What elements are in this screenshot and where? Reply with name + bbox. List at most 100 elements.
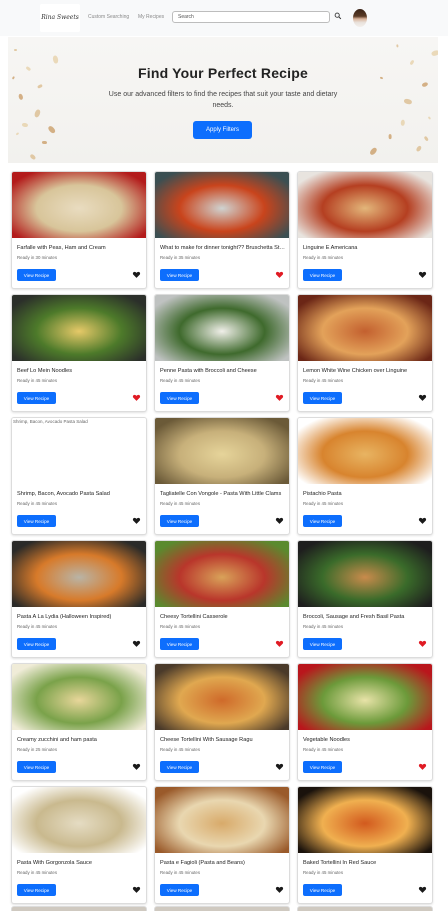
recipe-grid: Farfalle with Peas, Ham and Cream Ready i…: [0, 0, 448, 911]
heart-icon[interactable]: [418, 394, 427, 402]
recipe-ready-time: Ready in 45 minutes: [303, 624, 344, 629]
heart-icon[interactable]: [132, 886, 141, 894]
recipe-card-partial[interactable]: [154, 906, 290, 911]
recipe-ready-time: Ready in 45 minutes: [303, 870, 344, 875]
recipe-image[interactable]: [155, 541, 289, 607]
heart-icon[interactable]: [275, 763, 284, 771]
recipe-card[interactable]: Lemon White Wine Chicken over Linguine Re…: [297, 294, 433, 412]
recipe-card-partial[interactable]: [297, 906, 433, 911]
recipe-image[interactable]: [155, 664, 289, 730]
recipe-title: Shrimp, Bacon, Avocado Pasta Salad: [17, 491, 110, 497]
heart-filled-icon[interactable]: [275, 640, 284, 648]
view-recipe-button[interactable]: View Recipe: [160, 884, 199, 896]
recipe-ready-time: Ready in 45 minutes: [17, 870, 58, 875]
recipe-image[interactable]: [155, 787, 289, 853]
recipe-ready-time: Ready in 35 minutes: [160, 255, 201, 260]
recipe-image[interactable]: [12, 787, 146, 853]
recipe-title: Pistachio Pasta: [303, 491, 342, 497]
recipe-card[interactable]: Cheesy Tortellini Casserole Ready in 45 m…: [154, 540, 290, 658]
recipe-title: Cheesy Tortellini Casserole: [160, 614, 228, 620]
heart-filled-icon[interactable]: [418, 640, 427, 648]
recipe-card[interactable]: Creamy zucchini and ham pasta Ready in 25…: [11, 663, 147, 781]
recipe-ready-time: Ready in 45 minutes: [160, 378, 201, 383]
recipe-card[interactable]: Cheese Tortellini With Sausage Ragu Ready…: [154, 663, 290, 781]
recipe-image[interactable]: [298, 172, 432, 238]
view-recipe-button[interactable]: View Recipe: [17, 392, 56, 404]
recipe-title: Cheese Tortellini With Sausage Ragu: [160, 737, 253, 743]
heart-filled-icon[interactable]: [275, 271, 284, 279]
recipe-title: Lemon White Wine Chicken over Linguine: [303, 368, 408, 374]
recipe-card[interactable]: Tagliatelle Con Vongole - Pasta With Lit…: [154, 417, 290, 535]
recipe-image[interactable]: [155, 172, 289, 238]
recipe-image[interactable]: [298, 418, 432, 484]
heart-icon[interactable]: [132, 517, 141, 525]
recipe-card-partial[interactable]: [11, 906, 147, 911]
recipe-image[interactable]: Shrimp, Bacon, Avocado Pasta Salad: [12, 418, 146, 484]
recipe-title: Broccoli, Sausage and Fresh Basil Pasta: [303, 614, 405, 620]
recipe-image[interactable]: [155, 418, 289, 484]
recipe-card[interactable]: Pasta With Gorgonzola Sauce Ready in 45 m…: [11, 786, 147, 904]
heart-filled-icon[interactable]: [418, 763, 427, 771]
recipe-ready-time: Ready in 30 minutes: [17, 255, 58, 260]
recipe-card[interactable]: Shrimp, Bacon, Avocado Pasta Salad Shrimp…: [11, 417, 147, 535]
view-recipe-button[interactable]: View Recipe: [160, 515, 199, 527]
view-recipe-button[interactable]: View Recipe: [303, 392, 342, 404]
recipe-card[interactable]: Beef Lo Mein Noodles Ready in 45 minutes V…: [11, 294, 147, 412]
recipe-card[interactable]: Pasta e Fagioli (Pasta and Beans) Ready i…: [154, 786, 290, 904]
recipe-ready-time: Ready in 45 minutes: [17, 378, 58, 383]
recipe-card[interactable]: Baked Tortellini In Red Sauce Ready in 45…: [297, 786, 433, 904]
recipe-image[interactable]: [298, 541, 432, 607]
view-recipe-button[interactable]: View Recipe: [17, 761, 56, 773]
recipe-card[interactable]: What to make for dinner tonight?? Brusch…: [154, 171, 290, 289]
recipe-title: Creamy zucchini and ham pasta: [17, 737, 97, 743]
recipe-card[interactable]: Linguine E Americana Ready in 45 minutes V…: [297, 171, 433, 289]
view-recipe-button[interactable]: View Recipe: [160, 761, 199, 773]
recipe-ready-time: Ready in 45 minutes: [160, 624, 201, 629]
recipe-ready-time: Ready in 45 minutes: [160, 501, 201, 506]
recipe-card[interactable]: Broccoli, Sausage and Fresh Basil Pasta R…: [297, 540, 433, 658]
view-recipe-button[interactable]: View Recipe: [160, 269, 199, 281]
view-recipe-button[interactable]: View Recipe: [303, 515, 342, 527]
recipe-image[interactable]: [298, 295, 432, 361]
heart-icon[interactable]: [132, 763, 141, 771]
recipe-image[interactable]: [12, 295, 146, 361]
recipe-card[interactable]: Pistachio Pasta Ready in 45 minutes View R…: [297, 417, 433, 535]
image-alt-text: Shrimp, Bacon, Avocado Pasta Salad: [13, 419, 88, 424]
recipe-image[interactable]: [298, 787, 432, 853]
view-recipe-button[interactable]: View Recipe: [17, 884, 56, 896]
view-recipe-button[interactable]: View Recipe: [160, 392, 199, 404]
recipe-title: Linguine E Americana: [303, 245, 358, 251]
heart-icon[interactable]: [275, 517, 284, 525]
view-recipe-button[interactable]: View Recipe: [303, 761, 342, 773]
recipe-image[interactable]: [12, 541, 146, 607]
view-recipe-button[interactable]: View Recipe: [303, 269, 342, 281]
heart-filled-icon[interactable]: [132, 394, 141, 402]
recipe-image[interactable]: [298, 664, 432, 730]
recipe-ready-time: Ready in 45 minutes: [160, 747, 201, 752]
view-recipe-button[interactable]: View Recipe: [303, 884, 342, 896]
heart-filled-icon[interactable]: [275, 394, 284, 402]
recipe-card[interactable]: Penne Pasta with Broccoli and Cheese Read…: [154, 294, 290, 412]
view-recipe-button[interactable]: View Recipe: [17, 269, 56, 281]
view-recipe-button[interactable]: View Recipe: [303, 638, 342, 650]
heart-icon[interactable]: [275, 886, 284, 894]
heart-icon[interactable]: [418, 271, 427, 279]
recipe-image[interactable]: [12, 664, 146, 730]
recipe-card[interactable]: Farfalle with Peas, Ham and Cream Ready i…: [11, 171, 147, 289]
recipe-title: Vegetable Noodles: [303, 737, 350, 743]
view-recipe-button[interactable]: View Recipe: [160, 638, 199, 650]
recipe-title: Pasta A La Lydia (Halloween Inspired): [17, 614, 112, 620]
view-recipe-button[interactable]: View Recipe: [17, 638, 56, 650]
recipe-ready-time: Ready in 45 minutes: [303, 378, 344, 383]
recipe-image[interactable]: [155, 295, 289, 361]
recipe-card[interactable]: Vegetable Noodles Ready in 45 minutes View…: [297, 663, 433, 781]
heart-icon[interactable]: [418, 517, 427, 525]
recipe-card[interactable]: Pasta A La Lydia (Halloween Inspired) Rea…: [11, 540, 147, 658]
recipe-image[interactable]: [12, 172, 146, 238]
recipe-ready-time: Ready in 45 minutes: [303, 747, 344, 752]
heart-icon[interactable]: [132, 271, 141, 279]
heart-icon[interactable]: [418, 886, 427, 894]
view-recipe-button[interactable]: View Recipe: [17, 515, 56, 527]
recipe-ready-time: Ready in 45 minutes: [17, 501, 58, 506]
heart-icon[interactable]: [132, 640, 141, 648]
